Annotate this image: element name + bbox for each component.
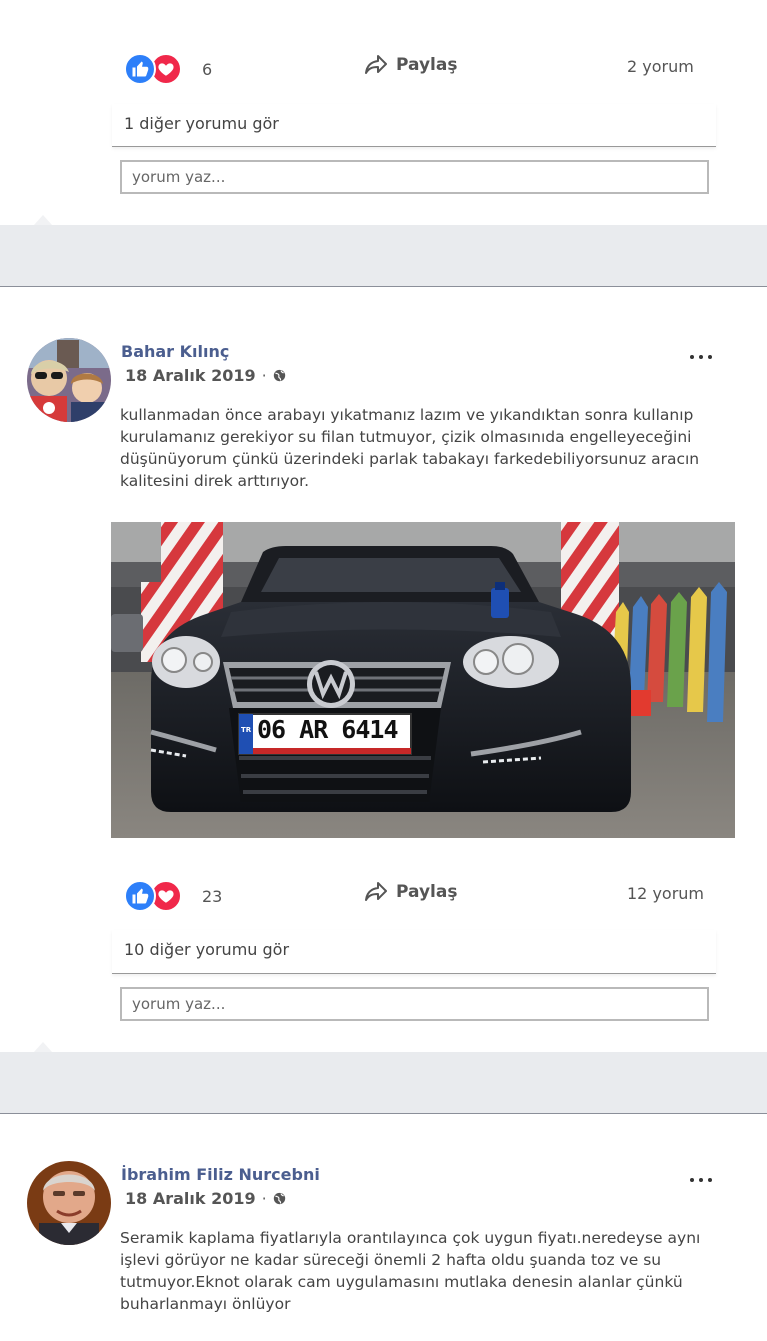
more-options-icon[interactable]	[690, 351, 712, 363]
share-arrow-icon	[365, 55, 387, 74]
thumbs-up-icon	[124, 53, 156, 85]
share-button[interactable]: Paylaş	[364, 54, 457, 76]
divider-notch	[34, 215, 52, 225]
author-name[interactable]: İbrahim Filiz Nurcebni	[121, 1165, 320, 1184]
avatar[interactable]	[27, 338, 111, 422]
share-label: Paylaş	[396, 55, 458, 75]
see-more-comments[interactable]: 10 diğer yorumu gör	[112, 930, 716, 974]
date-separator: ·	[261, 1189, 267, 1208]
post-1-action-bar: 6 Paylaş 2 yorum	[112, 46, 716, 96]
post-text: Seramik kaplama fiyatlarıyla orantılayın…	[120, 1229, 701, 1313]
post-date: 18 Aralık 2019 ·	[125, 366, 286, 385]
comment-input[interactable]	[120, 160, 709, 194]
thumbs-up-icon	[124, 880, 156, 912]
see-more-comments[interactable]: 1 diğer yorumu gör	[112, 104, 716, 147]
reactions[interactable]	[124, 880, 182, 912]
share-button[interactable]: Paylaş	[364, 881, 457, 903]
more-options-icon[interactable]	[690, 1174, 712, 1186]
comment-input[interactable]	[120, 987, 709, 1021]
globe-icon	[273, 369, 285, 382]
globe-icon	[273, 1192, 285, 1205]
share-arrow-icon	[365, 882, 387, 901]
reactions[interactable]	[124, 53, 182, 85]
post-divider	[0, 1052, 767, 1114]
date-text: 18 Aralık 2019	[125, 366, 256, 385]
post-photo[interactable]: TR 06 AR 6414	[111, 522, 735, 838]
date-text: 18 Aralık 2019	[125, 1189, 256, 1208]
date-separator: ·	[261, 366, 267, 385]
post-divider	[0, 225, 767, 287]
share-label: Paylaş	[396, 882, 458, 902]
license-plate: 06 AR 6414	[257, 715, 399, 744]
avatar[interactable]	[27, 1161, 111, 1245]
post-text: kullanmadan önce arabayı yıkatmanız lazı…	[120, 406, 700, 490]
plate-country: TR	[241, 726, 252, 734]
divider-notch	[34, 1042, 52, 1052]
reaction-count: 6	[202, 60, 213, 79]
reaction-count: 23	[202, 887, 223, 906]
comment-count[interactable]: 2 yorum	[627, 57, 694, 76]
author-name[interactable]: Bahar Kılınç	[121, 342, 229, 361]
post-2-action-bar: 23 Paylaş 12 yorum	[112, 873, 716, 923]
comment-count[interactable]: 12 yorum	[627, 884, 704, 903]
post-date: 18 Aralık 2019 ·	[125, 1189, 286, 1208]
